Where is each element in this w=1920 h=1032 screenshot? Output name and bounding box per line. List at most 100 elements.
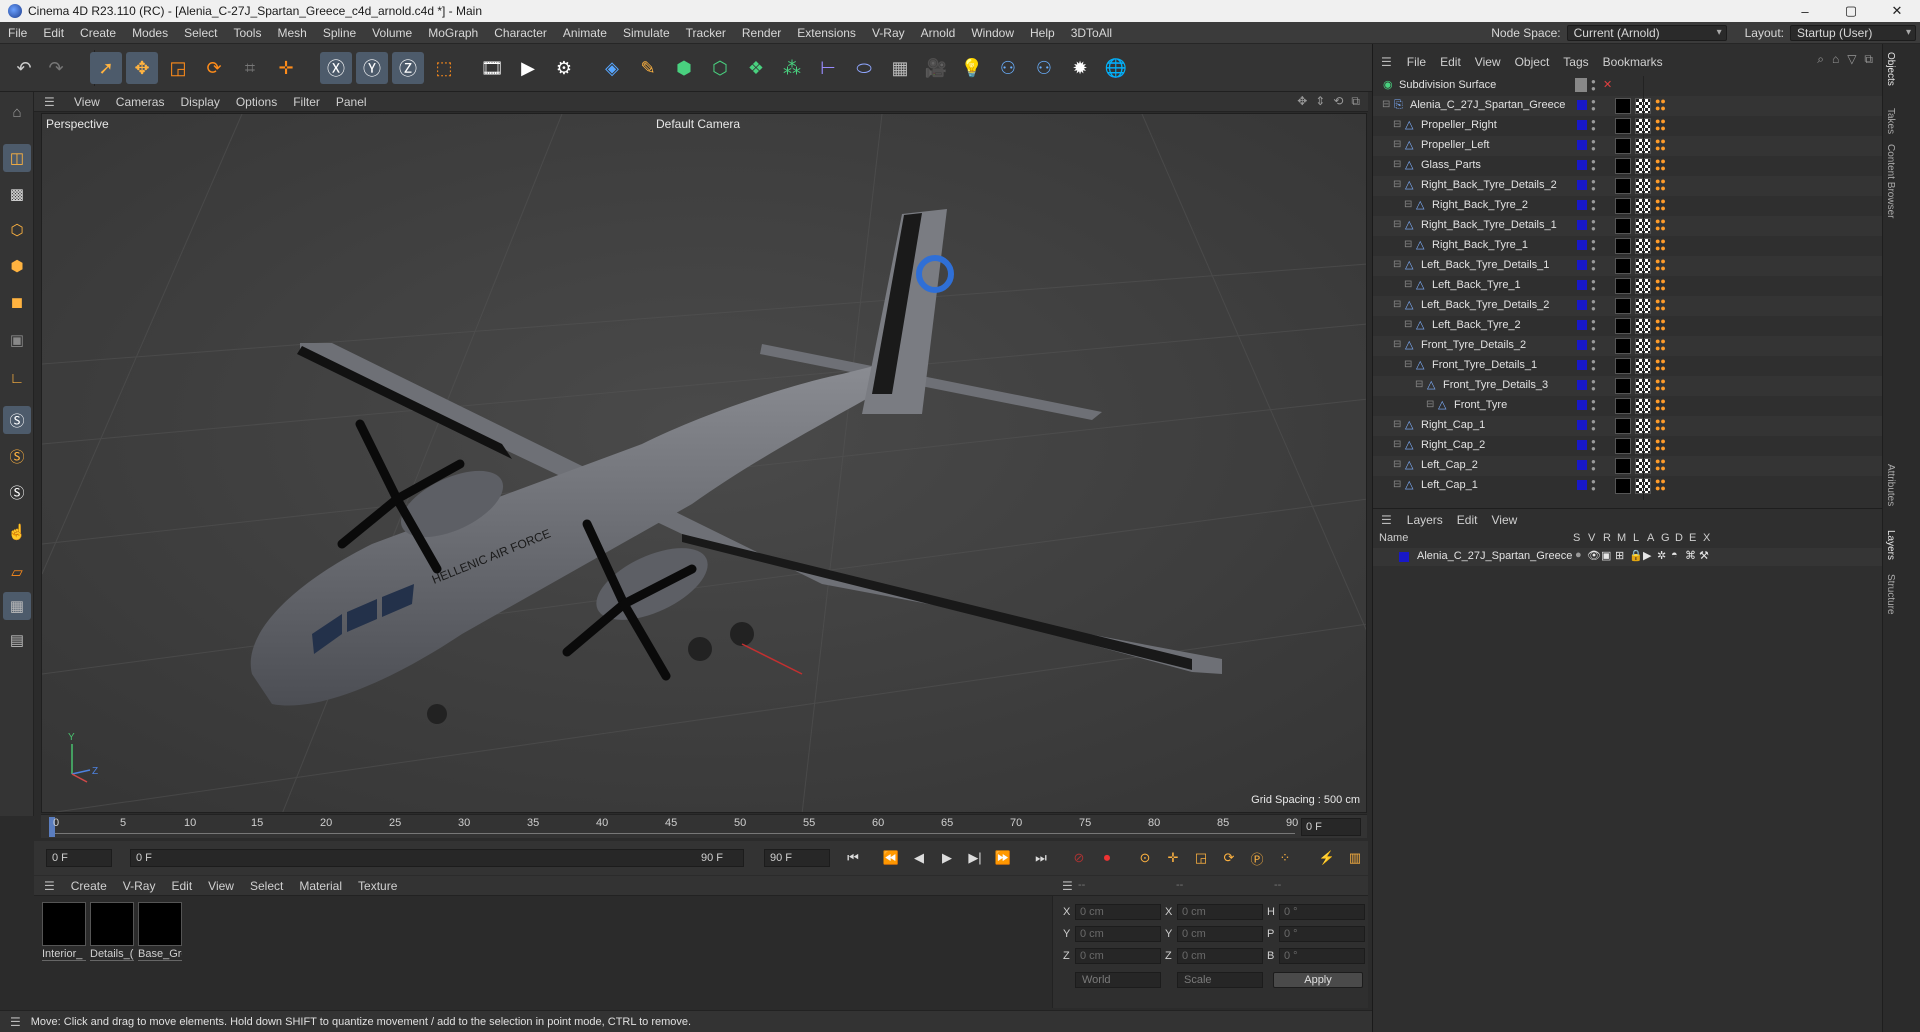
home-icon[interactable]: ⌂	[1832, 52, 1839, 67]
visibility-dots-icon[interactable]: ● ●	[1591, 198, 1596, 213]
keyframe-selection-icon[interactable]: ⊙	[1134, 847, 1156, 869]
menu-edit[interactable]: Edit	[35, 22, 72, 44]
phong-tag-icon[interactable]: ●● ●●	[1655, 357, 1669, 374]
camera-icon[interactable]: 🎥	[920, 52, 952, 84]
dolly-view-icon[interactable]: ⇕	[1315, 94, 1325, 109]
visibility-dots-icon[interactable]: ● ●	[1591, 98, 1596, 113]
material-tag-icon[interactable]	[1615, 338, 1631, 354]
menu-spline[interactable]: Spline	[315, 22, 364, 44]
phong-tag-icon[interactable]: ●● ●●	[1655, 397, 1669, 414]
position-x-field[interactable]: 0 cm	[1075, 904, 1161, 920]
minimize-button[interactable]: –	[1782, 0, 1828, 22]
python-script-icon[interactable]: ⚇	[1028, 52, 1060, 84]
object-menu-view[interactable]: View	[1468, 55, 1508, 69]
play-icon[interactable]: ▶	[936, 847, 958, 869]
material-tag-icon[interactable]	[1615, 198, 1631, 214]
menu-select[interactable]: Select	[176, 22, 225, 44]
phong-tag-icon[interactable]: ●● ●●	[1655, 437, 1669, 454]
floor-icon[interactable]: ▦	[884, 52, 916, 84]
solo-toggle-icon[interactable]: ●	[1575, 549, 1582, 561]
layer-color-swatch[interactable]	[1577, 200, 1587, 210]
layer-color-swatch[interactable]	[1577, 280, 1587, 290]
menu-animate[interactable]: Animate	[555, 22, 615, 44]
layer-color-swatch[interactable]	[1577, 440, 1587, 450]
material-menu-edit[interactable]: Edit	[163, 879, 200, 893]
render-region-icon[interactable]: 🎞	[476, 52, 508, 84]
tab-attributes[interactable]: Attributes	[1885, 464, 1896, 506]
tweak-mode-icon[interactable]: ☝	[3, 518, 31, 546]
tab-content-browser[interactable]: Content Browser	[1885, 144, 1896, 218]
object-row[interactable]: ⊟ △ Left_Back_Tyre_1 ● ● ●● ●●	[1373, 276, 1883, 296]
visible-editor-icon[interactable]: 👁	[1587, 549, 1601, 562]
expressions-icon[interactable]: ⌘	[1685, 549, 1696, 562]
tree-expand-icon[interactable]: ⊟	[1404, 199, 1412, 210]
model-mode-icon[interactable]: ◫	[3, 144, 31, 172]
key-scale-icon[interactable]: ◲	[1190, 847, 1212, 869]
workplane-icon[interactable]: ▱	[3, 558, 31, 586]
make-editable-icon[interactable]: ⌂	[3, 98, 31, 126]
object-row[interactable]: ⊟ △ Left_Cap_1 ● ● ●● ●●	[1373, 476, 1883, 496]
menu-render[interactable]: Render	[734, 22, 789, 44]
render-view-icon[interactable]: ▶	[512, 52, 544, 84]
menu-character[interactable]: Character	[486, 22, 555, 44]
menu-arnold[interactable]: Arnold	[913, 22, 964, 44]
menu-mesh[interactable]: Mesh	[269, 22, 314, 44]
phong-tag-icon[interactable]: ●● ●●	[1655, 137, 1669, 154]
cube-object-icon[interactable]: ◈	[596, 52, 628, 84]
locked-icon[interactable]: 🔒	[1629, 549, 1643, 562]
coordinate-system-icon[interactable]: ⬚	[428, 52, 460, 84]
phong-tag-icon[interactable]: ●● ●●	[1655, 157, 1669, 174]
python-icon[interactable]: ⚇	[992, 52, 1024, 84]
menu-create[interactable]: Create	[72, 22, 124, 44]
layer-menu-icon[interactable]: ☰	[1381, 513, 1392, 527]
object-row[interactable]: ⊟ △ Propeller_Left ● ● ●● ●●	[1373, 136, 1883, 156]
object-row[interactable]: ⊟ ⎘ Alenia_C_27J_Spartan_Greece ● ● ●● ●●	[1373, 96, 1883, 116]
tree-expand-icon[interactable]: ⊟	[1393, 479, 1401, 490]
key-position-icon[interactable]: ✛	[1162, 847, 1184, 869]
tab-structure[interactable]: Structure	[1885, 574, 1896, 615]
key-pla-icon[interactable]: ⁘	[1274, 847, 1296, 869]
layer-color-swatch[interactable]	[1577, 400, 1587, 410]
tree-expand-icon[interactable]: ⊟	[1426, 399, 1434, 410]
size-y-field[interactable]: 0 cm	[1177, 926, 1263, 942]
workplane-snap-icon[interactable]: Ⓢ	[3, 478, 31, 506]
phong-tag-icon[interactable]: ●● ●●	[1655, 237, 1669, 254]
visible-render-icon[interactable]: ▣	[1601, 549, 1611, 562]
phong-tag-icon[interactable]: ●● ●●	[1655, 377, 1669, 394]
record-icon[interactable]: ⊘	[1068, 847, 1090, 869]
material-swatch[interactable]: Interior_	[42, 902, 86, 961]
recent-tool-icon[interactable]: ⌗	[234, 52, 266, 84]
rotation-b-field[interactable]: 0 °	[1279, 948, 1365, 964]
subdivision-icon[interactable]: ⬢	[668, 52, 700, 84]
menu-window[interactable]: Window	[963, 22, 1022, 44]
visibility-dots-icon[interactable]: ● ●	[1591, 178, 1596, 193]
disable-icon[interactable]: ✕	[1603, 78, 1612, 91]
pan-view-icon[interactable]: ✥	[1297, 94, 1307, 109]
object-menu-object[interactable]: Object	[1508, 55, 1557, 69]
node-space-dropdown[interactable]: Current (Arnold)	[1566, 25, 1727, 41]
phong-tag-icon[interactable]: ●● ●●	[1655, 417, 1669, 434]
go-to-end-icon[interactable]: ⏭	[1030, 847, 1052, 869]
phong-tag-icon[interactable]: ●● ●●	[1655, 217, 1669, 234]
mograph-cloner-icon[interactable]: ❖	[740, 52, 772, 84]
material-tag-icon[interactable]	[1615, 458, 1631, 474]
maximize-button[interactable]: ▢	[1828, 0, 1874, 22]
tree-expand-icon[interactable]: ⊟	[1404, 359, 1412, 370]
filter-icon[interactable]: ▽	[1847, 52, 1856, 67]
tree-expand-icon[interactable]: ⊟	[1393, 139, 1401, 150]
extrude-icon[interactable]: ⬡	[704, 52, 736, 84]
object-row[interactable]: ◉ Subdivision Surface ✕ ● ●	[1373, 76, 1883, 96]
key-rotation-icon[interactable]: ⟳	[1218, 847, 1240, 869]
rotate-view-icon[interactable]: ⟲	[1333, 94, 1343, 109]
tree-expand-icon[interactable]: ⊟	[1404, 239, 1412, 250]
visibility-dots-icon[interactable]: ● ●	[1591, 418, 1596, 433]
tree-expand-icon[interactable]: ⊟	[1393, 219, 1401, 230]
object-row[interactable]: ⊟ △ Front_Tyre_Details_3 ● ● ●● ●●	[1373, 376, 1883, 396]
light-icon[interactable]: 💡	[956, 52, 988, 84]
material-menu-icon[interactable]: ☰	[44, 879, 55, 893]
previous-key-icon[interactable]: ⏪	[880, 847, 902, 869]
material-menu-select[interactable]: Select	[242, 879, 291, 893]
phong-tag-icon[interactable]: ●● ●●	[1655, 177, 1669, 194]
visibility-dots-icon[interactable]: ● ●	[1591, 158, 1596, 173]
visibility-dots-icon[interactable]: ● ●	[1591, 258, 1596, 273]
